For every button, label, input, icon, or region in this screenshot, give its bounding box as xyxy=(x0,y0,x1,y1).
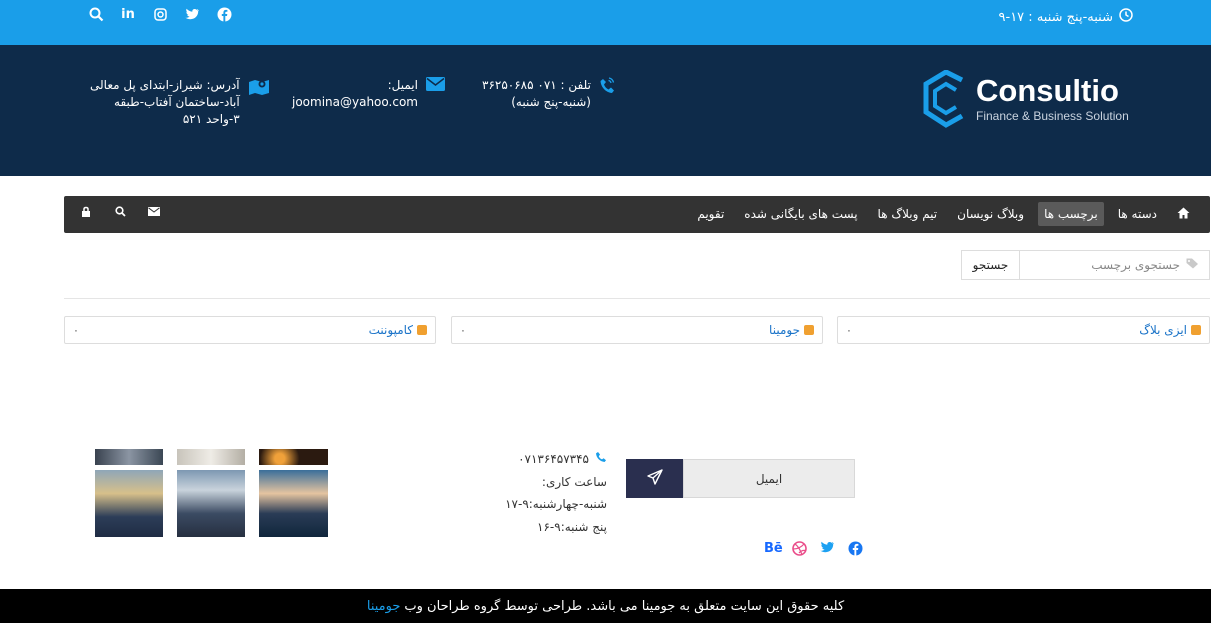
site-logo[interactable]: Consultio Finance & Business Solution xyxy=(922,70,1129,128)
tag-count: ۰ xyxy=(846,323,852,337)
tag-search-form: جستجوی برچسب جستجو xyxy=(961,250,1210,280)
tag-item-component[interactable]: کامپوننت ۰ xyxy=(64,316,436,344)
blog-nav-menu: دسته ها برچسب ها وبلاگ نویسان تیم وبلاگ … xyxy=(691,202,1196,226)
header-address: آدرس: شیراز-ابتدای پل معالی آباد-ساختمان… xyxy=(90,77,270,128)
copyright-link[interactable]: جومینا xyxy=(367,599,401,614)
top-social-links: in xyxy=(88,6,232,22)
gallery-image[interactable] xyxy=(95,470,163,537)
tag-count: ۰ xyxy=(460,323,466,337)
gallery-image[interactable] xyxy=(177,470,245,537)
header-phone-days: (شنبه-پنج شنبه) xyxy=(511,95,591,109)
tag-search-placeholder: جستجوی برچسب xyxy=(1091,258,1180,272)
logo-mark-icon xyxy=(923,70,964,128)
phone-ring-icon xyxy=(599,77,615,111)
newsletter-form: ایمیل xyxy=(626,459,855,498)
copyright-text: کلیه حقوق این سایت متعلق به جومینا می با… xyxy=(404,598,845,614)
rss-icon xyxy=(804,325,814,335)
footer-twitter-icon[interactable] xyxy=(820,541,835,560)
search-icon[interactable] xyxy=(88,6,104,22)
top-bar: شنبه-پنج شنبه : ۱۷-۹ in xyxy=(0,0,1211,45)
footer-social-links: Bē xyxy=(764,541,863,560)
blog-nav-tools xyxy=(80,206,160,220)
nav-item-archives[interactable]: پست های بایگانی شده xyxy=(738,202,863,226)
section-divider xyxy=(64,298,1210,299)
header-email-label: ایمیل: xyxy=(387,78,418,92)
copyright-bar: کلیه حقوق این سایت متعلق به جومینا می با… xyxy=(0,589,1211,623)
linkedin-icon[interactable]: in xyxy=(120,6,136,22)
working-hours: شنبه-پنج شنبه : ۱۷-۹ xyxy=(999,8,1133,26)
header-address-line2: آباد-ساختمان آفتاب-طبقه xyxy=(114,95,240,109)
tag-search-button[interactable]: جستجو xyxy=(962,251,1020,279)
header-address-line1: آدرس: شیراز-ابتدای پل معالی xyxy=(90,78,240,92)
gallery-image[interactable] xyxy=(177,449,245,465)
dribbble-icon[interactable] xyxy=(792,541,807,560)
gallery-image[interactable] xyxy=(259,470,328,537)
footer-hours-weekdays: شنبه-چهارشنبه:۹-۱۷ xyxy=(505,497,607,511)
blog-nav-bar: دسته ها برچسب ها وبلاگ نویسان تیم وبلاگ … xyxy=(64,196,1210,233)
tag-name[interactable]: جومینا xyxy=(769,323,800,337)
home-icon[interactable] xyxy=(1171,207,1196,222)
twitter-icon[interactable] xyxy=(184,6,200,22)
footer-hours-thursday: پنج شنبه:۹-۱۶ xyxy=(537,519,607,534)
rss-icon xyxy=(1191,325,1201,335)
facebook-icon[interactable] xyxy=(216,6,232,22)
gallery-image[interactable] xyxy=(259,449,328,465)
tag-count: ۰ xyxy=(73,323,79,337)
brand-name: Consultio xyxy=(976,73,1119,108)
header-email-value[interactable]: joomina@yahoo.com xyxy=(292,94,418,111)
site-header: Consultio Finance & Business Solution تل… xyxy=(0,45,1211,176)
nav-item-categories[interactable]: دسته ها xyxy=(1112,202,1163,226)
tag-item-easyblog[interactable]: ایزی بلاگ ۰ xyxy=(837,316,1210,344)
nav-item-bloggers[interactable]: وبلاگ نویسان xyxy=(951,202,1030,226)
header-email: ایمیل: joomina@yahoo.com xyxy=(292,77,445,111)
rss-icon xyxy=(417,325,427,335)
footer-phone: ۰۷۱۳۶۴۵۷۳۴۵ xyxy=(518,452,589,466)
paper-plane-icon xyxy=(646,468,663,489)
footer-contact-info: ۰۷۱۳۶۴۵۷۳۴۵ ساعت کاری: شنبه-چهارشنبه:۹-۱… xyxy=(505,448,607,538)
newsletter-email-input[interactable]: ایمیل xyxy=(683,459,855,498)
footer-facebook-icon[interactable] xyxy=(848,541,863,560)
map-marker-icon xyxy=(248,77,270,128)
instagram-icon[interactable] xyxy=(152,6,168,22)
tag-name[interactable]: ایزی بلاگ xyxy=(1139,323,1187,337)
lock-icon[interactable] xyxy=(80,206,92,220)
nav-item-calendar[interactable]: تقویم xyxy=(691,202,730,226)
tag-name[interactable]: کامپوننت xyxy=(369,323,413,337)
tag-search-input[interactable]: جستجوی برچسب xyxy=(1020,251,1209,279)
tag-item-joomina[interactable]: جومینا ۰ xyxy=(451,316,823,344)
clock-icon xyxy=(1119,8,1133,26)
footer-gallery xyxy=(95,449,328,537)
nav-item-tags[interactable]: برچسب ها xyxy=(1038,202,1104,226)
header-address-line3: ۳-واحد ۵۲۱ xyxy=(182,112,240,126)
phone-icon xyxy=(595,448,607,471)
footer-hours-label: ساعت کاری: xyxy=(541,474,607,489)
working-hours-text: شنبه-پنج شنبه : ۱۷-۹ xyxy=(998,9,1113,25)
envelope-icon xyxy=(425,77,445,111)
gallery-image[interactable] xyxy=(95,449,163,465)
newsletter-submit-button[interactable] xyxy=(626,459,683,498)
brand-tagline: Finance & Business Solution xyxy=(976,109,1129,123)
behance-icon[interactable]: Bē xyxy=(764,541,783,560)
subscribe-envelope-icon[interactable] xyxy=(148,206,160,220)
header-phone: تلفن : ۰۷۱ ۳۶۲۵۰۶۸۵ (شنبه-پنج شنبه) xyxy=(482,77,615,111)
tag-icon xyxy=(1186,258,1199,272)
header-phone-number: تلفن : ۰۷۱ ۳۶۲۵۰۶۸۵ xyxy=(482,78,591,92)
nav-item-blog-teams[interactable]: تیم وبلاگ ها xyxy=(872,202,944,226)
nav-search-icon[interactable] xyxy=(114,206,126,220)
